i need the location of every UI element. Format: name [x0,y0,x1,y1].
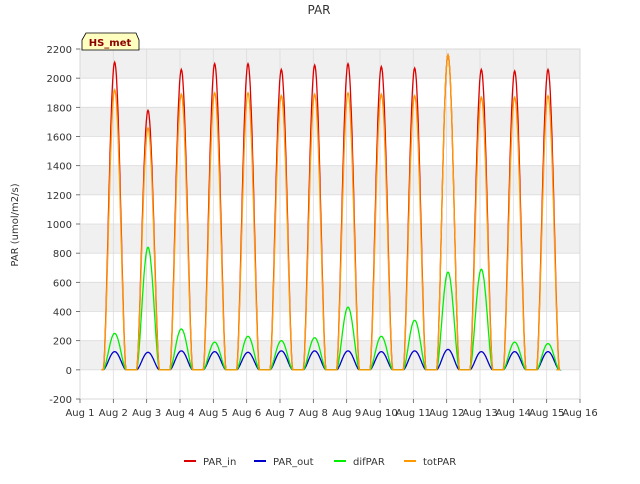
y-tick-label: 0 [66,366,72,377]
x-tick-label: Aug 12 [429,408,464,419]
legend: PAR_in PAR_out difPAR totPAR [184,457,456,468]
series-line-totpar [101,52,561,371]
y-tick-label: 200 [53,337,72,348]
y-tick-label: 1800 [47,103,72,114]
y-tick-label: 400 [53,308,72,319]
station-label-box: HS_met [81,32,140,51]
x-tick-label: Aug 4 [165,408,194,419]
y-tick-label: 1200 [47,191,72,202]
station-label: HS_met [89,38,132,49]
x-tick-label: Aug 1 [65,408,94,419]
y-tick-label: 1000 [47,220,72,231]
x-tick-label: Aug 9 [332,408,361,419]
series-layer [101,52,562,371]
legend-label: totPAR [423,457,456,468]
x-tick-label: Aug 11 [396,408,431,419]
x-tick-label: Aug 5 [199,408,228,419]
background-band [80,49,580,79]
x-tick-label: Aug 2 [99,408,128,419]
x-tick-label: Aug 15 [529,408,564,419]
legend-label: PAR_in [203,457,236,468]
x-tick-label: Aug 8 [299,408,328,419]
x-tick-label: Aug 6 [232,408,261,419]
x-tick-label: Aug 7 [265,408,294,419]
x-axis-ticks: Aug 1 Aug 2 Aug 3 Aug 4 Aug 5 Aug 6 Aug 7 Aug 8… [65,399,598,419]
y-tick-label: -200 [49,395,72,406]
y-axis-ticks: -200 0 200 400 600 800 1000 1200 1400 1600 1800 200… [47,45,80,406]
par-chart: Aug 1 Aug 2 Aug 3 Aug 4 Aug 5 Aug 6 Aug 7 Aug 8… [0,0,640,480]
chart-svg: Aug 1 Aug 2 Aug 3 Aug 4 Aug 5 Aug 6 Aug 7 Aug 8… [10,3,598,468]
y-tick-label: 1400 [47,162,72,173]
y-tick-label: 2000 [47,74,72,85]
x-tick-label: Aug 13 [462,408,497,419]
y-tick-label: 1600 [47,133,72,144]
legend-label: PAR_out [273,457,314,468]
x-tick-label: Aug 3 [132,408,161,419]
x-tick-label: Aug 10 [362,408,397,419]
x-tick-label: Aug 14 [496,408,531,419]
x-tick-label: Aug 16 [562,408,597,419]
y-tick-label: 800 [53,249,72,260]
chart-title: PAR [307,3,330,17]
y-tick-label: 2200 [47,45,72,56]
background-band [80,165,580,195]
y-tick-label: 600 [53,278,72,289]
legend-label: difPAR [353,457,385,468]
y-axis-label: PAR (umol/m2/s) [10,183,21,266]
background-band [80,107,580,137]
